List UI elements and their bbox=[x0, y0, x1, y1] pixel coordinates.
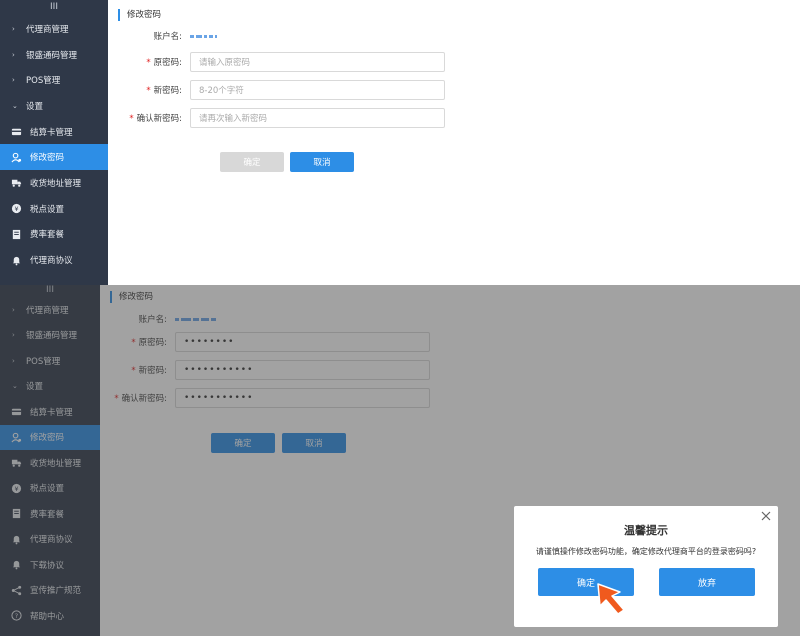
account-label: 账户名: bbox=[153, 32, 182, 42]
bell-icon bbox=[10, 255, 22, 265]
sidebar-item-label: 修改密码 bbox=[30, 153, 65, 164]
sidebar-item-address[interactable]: 收货地址管理 bbox=[0, 170, 108, 196]
close-icon[interactable] bbox=[760, 510, 772, 522]
dialog-message: 请谨慎操作修改密码功能，确定修改代理商平台的登录密码吗? bbox=[535, 547, 757, 556]
sidebar-item-label: 设置 bbox=[26, 101, 44, 112]
new-password-input[interactable]: 8-20个字符 bbox=[190, 80, 445, 100]
chevron-right-icon: › bbox=[12, 50, 15, 59]
sidebar-item-change-password[interactable]: 修改密码 bbox=[0, 144, 108, 171]
menu-toggle-icon[interactable]: III bbox=[0, 0, 108, 16]
confirm-password-row: * 确认新密码: 请再次输入新密码 bbox=[118, 108, 445, 128]
account-value-redacted bbox=[190, 34, 217, 38]
screenshot-before: III › 代理商管理 › 银盛通码管理 › POS管理 ⌄ 设置 结算卡管理 … bbox=[0, 0, 800, 285]
confirm-password-input[interactable]: 请再次输入新密码 bbox=[190, 108, 445, 128]
card-icon bbox=[10, 127, 22, 137]
sidebar-item-label: 税点设置 bbox=[30, 204, 65, 215]
confirm-button-disabled[interactable]: 确定 bbox=[220, 152, 284, 172]
page-title: 修改密码 bbox=[118, 9, 161, 21]
dialog-cancel-button[interactable]: 放弃 bbox=[659, 568, 755, 596]
sidebar-group-settings[interactable]: ⌄ 设置 bbox=[0, 93, 108, 119]
sidebar-item-label: 代理商协议 bbox=[30, 256, 73, 267]
sidebar-item-label: 收货地址管理 bbox=[30, 178, 82, 189]
truck-icon bbox=[10, 178, 22, 188]
confirm-password-label: * 确认新密码: bbox=[129, 114, 182, 124]
old-password-input[interactable]: 请输入原密码 bbox=[190, 52, 445, 72]
tax-icon: ¥ bbox=[10, 204, 22, 214]
screenshot-after: III › 代理商管理 › 银盛通码管理 › POS管理 ⌄ 设置 结算卡管理 … bbox=[0, 285, 800, 636]
sidebar-item-label: 代理商管理 bbox=[26, 24, 69, 35]
sidebar-item-settlement-card[interactable]: 结算卡管理 bbox=[0, 119, 108, 145]
pointer-arrow-icon bbox=[592, 580, 632, 620]
main-content: 修改密码 账户名: * 原密码: 请输入原密码 * 新密码: 8-20个字符 * 确认… bbox=[108, 0, 800, 285]
sidebar-item-label: 结算卡管理 bbox=[30, 127, 73, 138]
confirm-dialog: 温馨提示 请谨慎操作修改密码功能，确定修改代理商平台的登录密码吗? 确定 放弃 bbox=[514, 506, 778, 627]
package-icon bbox=[10, 229, 22, 239]
sidebar-group-agent[interactable]: › 代理商管理 bbox=[0, 16, 108, 42]
user-key-icon bbox=[10, 152, 22, 163]
sidebar-item-label: 费率套餐 bbox=[30, 230, 65, 241]
sidebar-item-label: POS管理 bbox=[26, 76, 61, 87]
old-password-label: * 原密码: bbox=[146, 58, 182, 68]
new-password-label: * 新密码: bbox=[146, 86, 182, 96]
chevron-right-icon: › bbox=[12, 24, 15, 33]
chevron-down-icon: ⌄ bbox=[12, 101, 18, 110]
old-password-row: * 原密码: 请输入原密码 bbox=[118, 52, 445, 72]
new-password-row: * 新密码: 8-20个字符 bbox=[118, 80, 445, 100]
account-row: 账户名: bbox=[118, 30, 217, 42]
sidebar-item-agent-agreement[interactable]: 代理商协议 bbox=[0, 247, 108, 273]
chevron-right-icon: › bbox=[12, 76, 15, 85]
cancel-button[interactable]: 取消 bbox=[290, 152, 354, 172]
sidebar: III › 代理商管理 › 银盛通码管理 › POS管理 ⌄ 设置 结算卡管理 … bbox=[0, 0, 108, 285]
sidebar-group-pos[interactable]: › POS管理 bbox=[0, 67, 108, 93]
svg-text:¥: ¥ bbox=[14, 205, 18, 213]
sidebar-item-label: 银盛通码管理 bbox=[26, 50, 78, 61]
sidebar-item-fee-package[interactable]: 费率套餐 bbox=[0, 222, 108, 248]
sidebar-group-ysqr[interactable]: › 银盛通码管理 bbox=[0, 42, 108, 68]
dialog-title: 温馨提示 bbox=[624, 524, 668, 537]
sidebar-item-tax[interactable]: ¥ 税点设置 bbox=[0, 196, 108, 222]
